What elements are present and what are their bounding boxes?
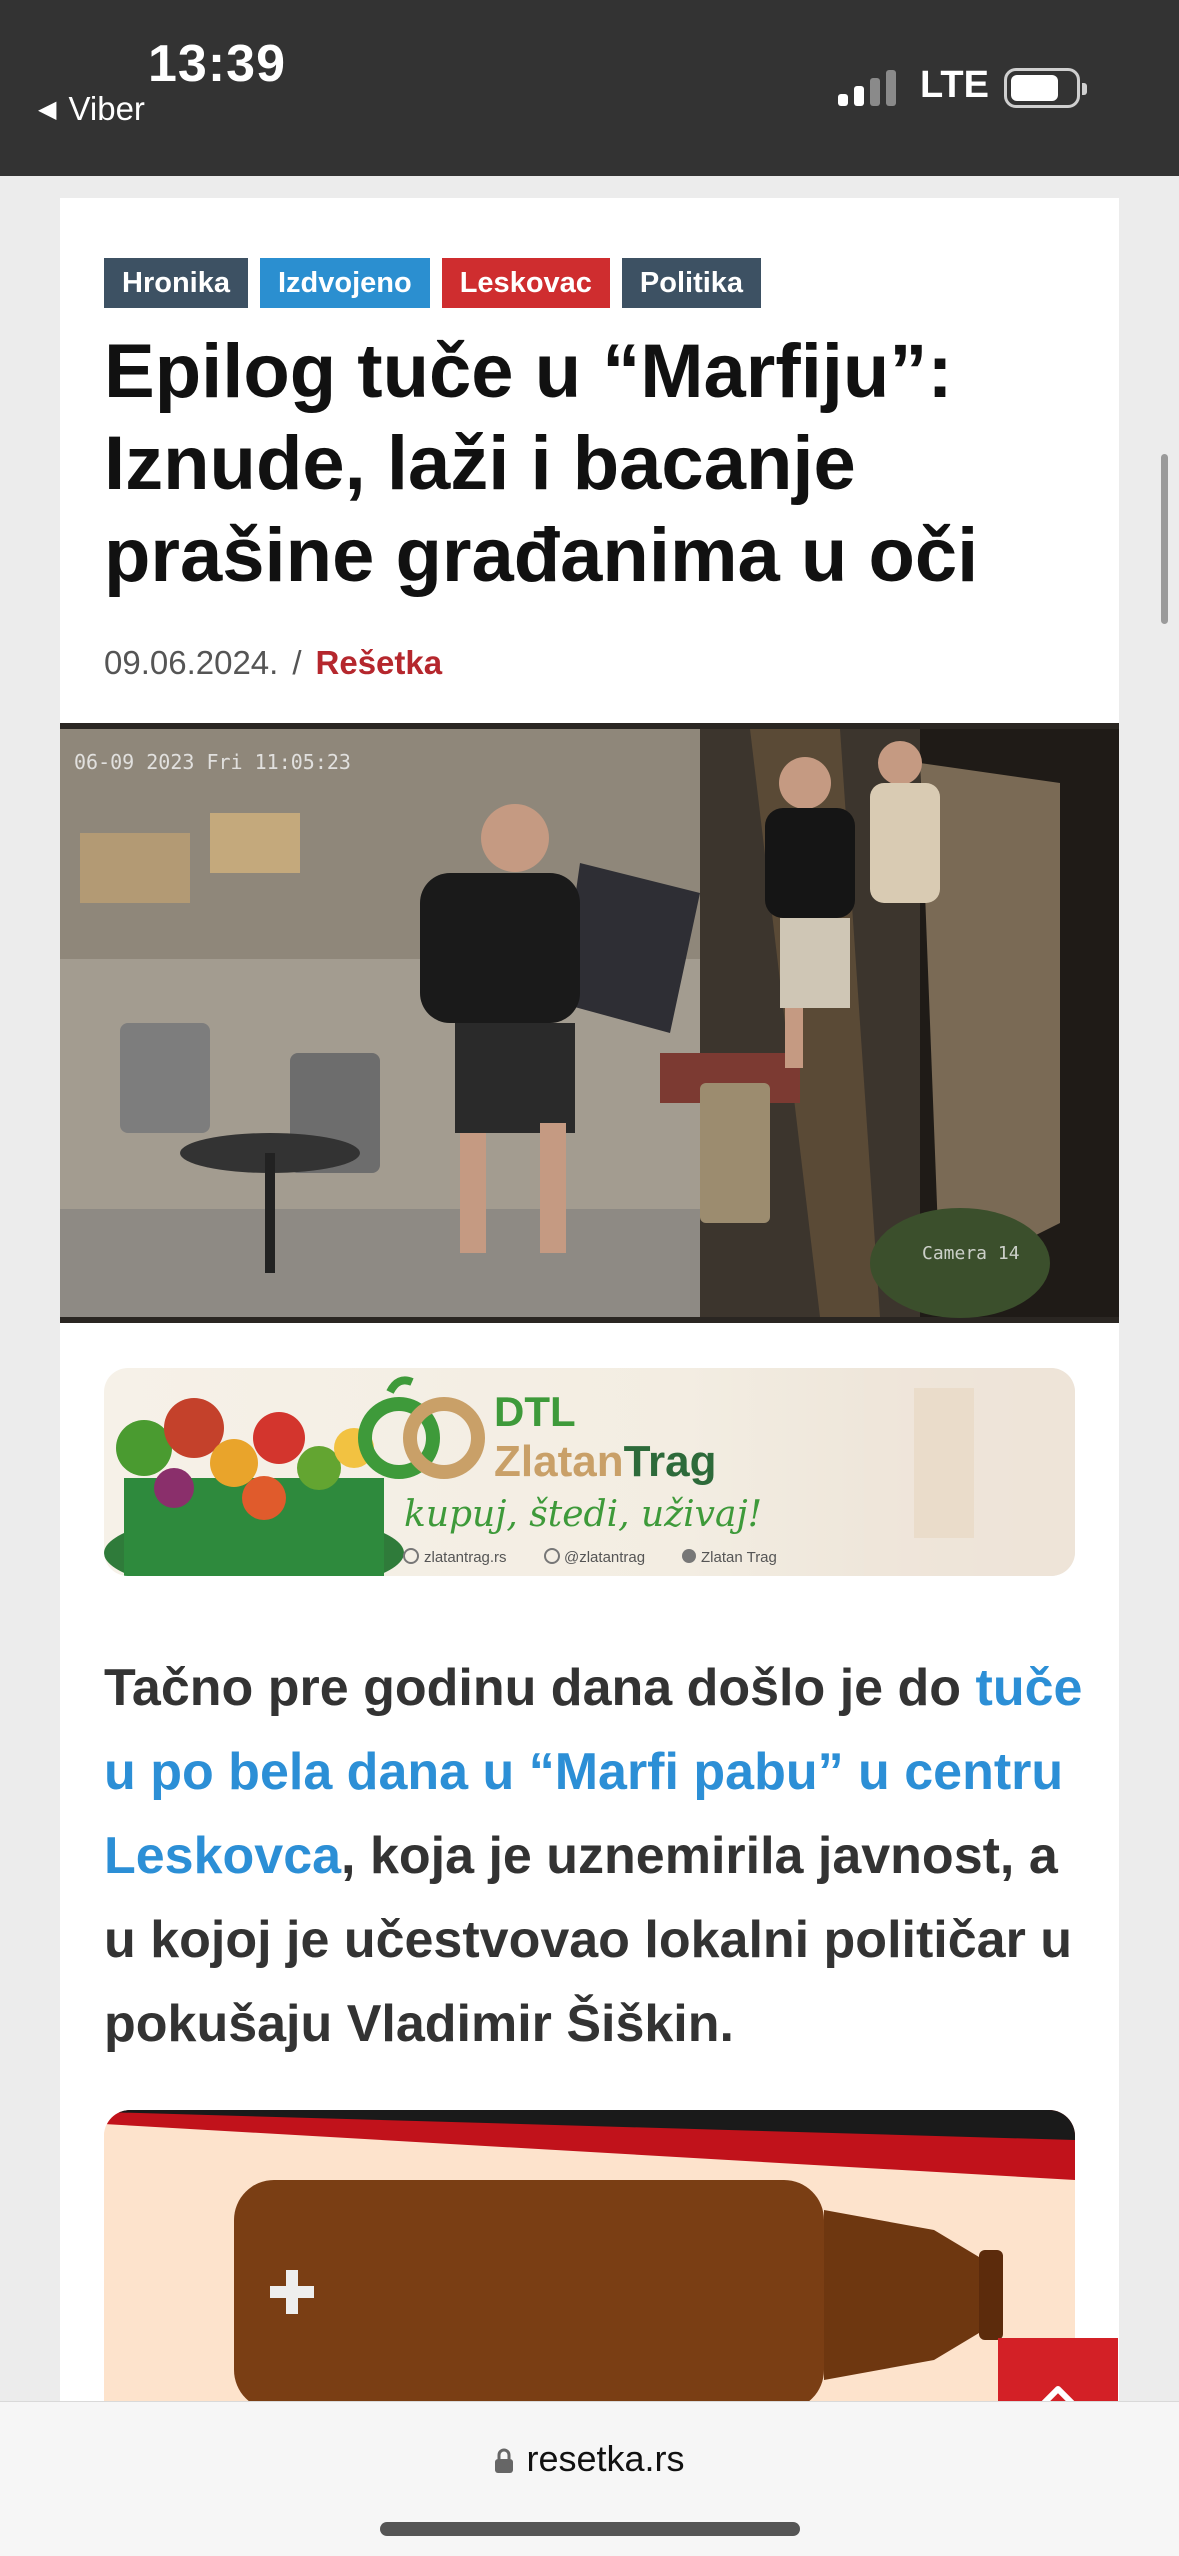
lock-icon xyxy=(495,2449,514,2474)
status-time: 13:39 xyxy=(148,35,286,93)
cctv-scene-illustration: 06-09 2023 Fri 11:05:23 Camera 14 xyxy=(60,723,1119,1323)
banner-link-instagram: @zlatantrag xyxy=(564,1549,645,1566)
web-page[interactable]: Hronika Izdvojeno Leskovac Politika Epil… xyxy=(0,176,1179,2401)
battery-icon xyxy=(1004,68,1087,108)
back-to-app-link[interactable]: ◀ Viber xyxy=(38,90,145,128)
article-date: 09.06.2024. xyxy=(104,644,279,681)
back-triangle-icon: ◀ xyxy=(38,95,57,123)
scroll-to-top-button[interactable] xyxy=(998,2338,1118,2401)
network-type: LTE xyxy=(920,64,989,106)
url-text: resetka.rs xyxy=(526,2438,685,2479)
article-card: Hronika Izdvojeno Leskovac Politika Epil… xyxy=(60,198,1119,2401)
status-bar: 13:39 ◀ Viber LTE xyxy=(0,0,1179,176)
banner-ad-zlatan-trag[interactable]: DTL ZlatanTrag kupuj, štedi, uživaj! zla… xyxy=(104,1368,1075,1576)
article-meta: 09.06.2024. / Rešetka xyxy=(104,644,442,682)
cctv-camera-label: Camera 14 xyxy=(922,1243,1020,1264)
article-photo-cctv[interactable]: 06-09 2023 Fri 11:05:23 Camera 14 xyxy=(60,723,1119,1323)
facebook-icon xyxy=(682,1549,696,1563)
signal-icon xyxy=(838,66,896,106)
chevron-up-icon xyxy=(1041,2386,1075,2401)
url-display[interactable]: resetka.rs xyxy=(0,2438,1179,2480)
banner-link-facebook: Zlatan Trag xyxy=(701,1549,777,1566)
bottle-ad[interactable] xyxy=(104,2110,1075,2401)
meta-separator: / xyxy=(292,644,302,681)
home-indicator[interactable] xyxy=(380,2522,800,2536)
svg-text:ZlatanTrag: ZlatanTrag xyxy=(494,1437,717,1486)
back-app-label: Viber xyxy=(68,90,145,127)
body-text-part1: Tačno pre godinu dana došlo je do xyxy=(104,1659,976,1717)
category-tag-politika[interactable]: Politika xyxy=(621,258,762,308)
banner-slogan: kupuj, štedi, uživaj! xyxy=(404,1494,762,1535)
article-author-link[interactable]: Rešetka xyxy=(316,644,443,681)
browser-address-bar[interactable]: resetka.rs xyxy=(0,2401,1179,2556)
banner-brand-line1: DTL xyxy=(494,1388,576,1435)
page-scrollbar[interactable] xyxy=(1161,454,1168,624)
cctv-timestamp: 06-09 2023 Fri 11:05:23 xyxy=(74,750,351,774)
category-tag-hronika[interactable]: Hronika xyxy=(104,258,248,308)
category-tag-izdvojeno[interactable]: Izdvojeno xyxy=(259,258,430,308)
banner-ad-graphic: DTL ZlatanTrag kupuj, štedi, uživaj! zla… xyxy=(104,1368,1075,1576)
category-tag-leskovac[interactable]: Leskovac xyxy=(441,258,610,308)
instagram-icon xyxy=(544,1548,560,1564)
banner-brand-zlatan: Zlatan xyxy=(494,1437,624,1486)
banner-link-website: zlatantrag.rs xyxy=(424,1549,507,1566)
article-body-paragraph: Tačno pre godinu dana došlo je do tuče u… xyxy=(104,1646,1084,2066)
article-title: Epilog tuče u “Marfiju”: Iznude, laži i … xyxy=(104,329,979,598)
bottle-ad-graphic xyxy=(104,2110,1075,2401)
category-tags: Hronika Izdvojeno Leskovac Politika xyxy=(104,258,762,308)
banner-brand-trag: Trag xyxy=(624,1437,717,1486)
globe-icon xyxy=(403,1548,419,1564)
